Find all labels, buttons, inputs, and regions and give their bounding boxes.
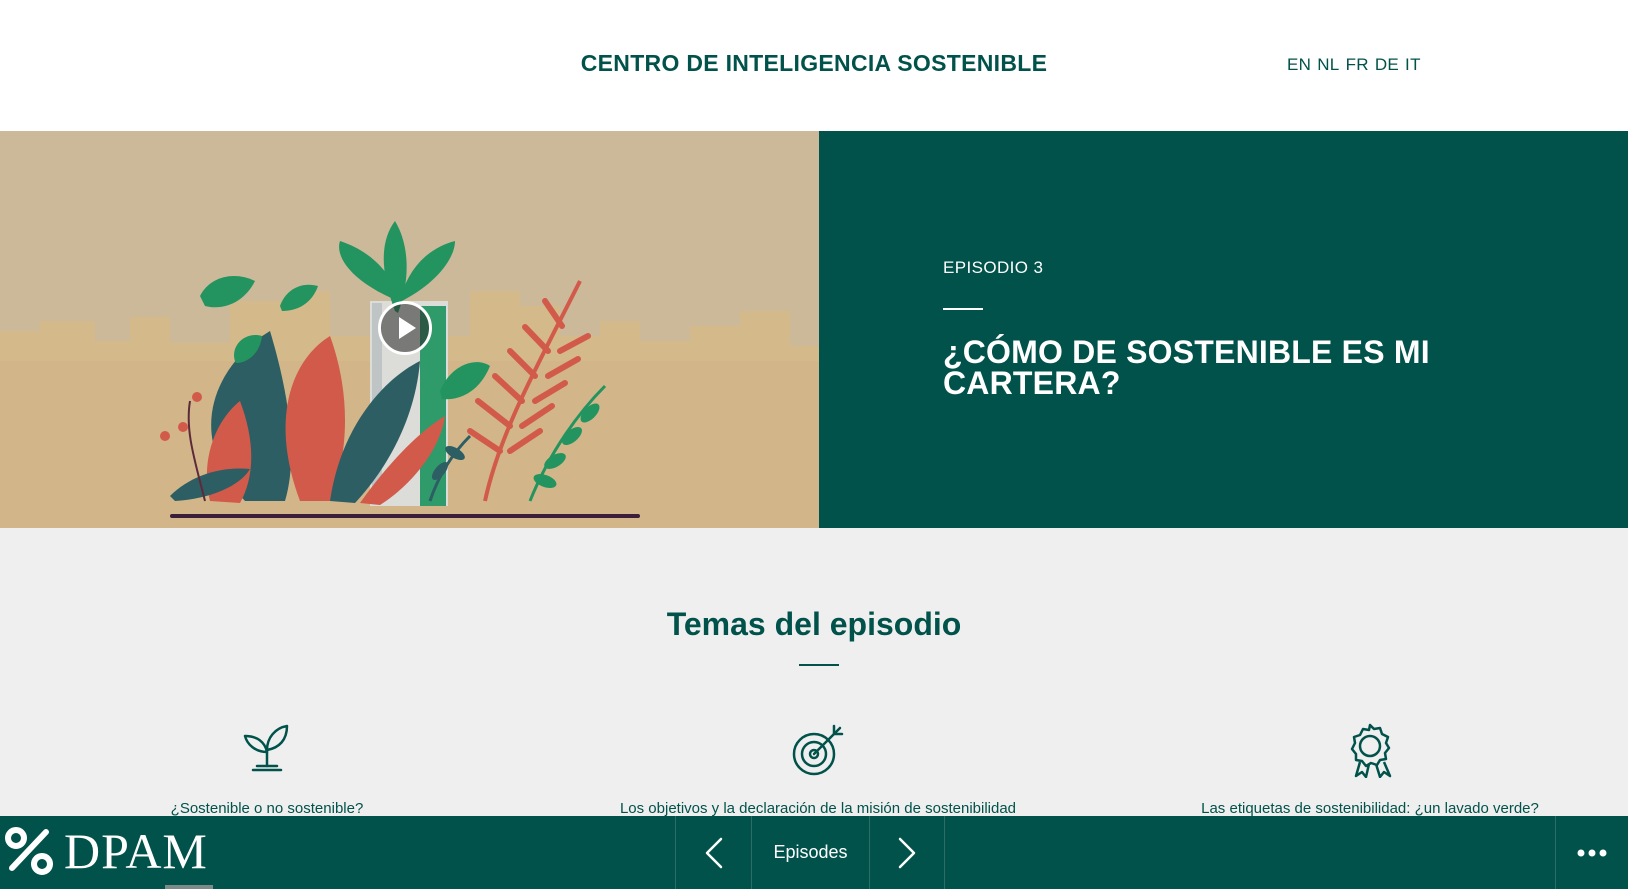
more-menu-button[interactable]	[1555, 816, 1628, 889]
lang-de[interactable]: DE	[1375, 55, 1399, 75]
dpam-logo[interactable]: DPAM	[4, 826, 208, 876]
episode-title: ¿CÓMO DE SOSTENIBLE ES MI CARTERA?	[943, 334, 1430, 401]
hero-section: EPISODIO 3 ¿CÓMO DE SOSTENIBLE ES MI CAR…	[0, 131, 1628, 528]
play-icon	[399, 317, 416, 339]
site-header: CENTRO DE INTELIGENCIA SOSTENIBLE EN NL …	[0, 0, 1628, 131]
topics-heading: Temas del episodio	[666, 606, 962, 642]
previous-episode-button[interactable]	[675, 816, 751, 889]
topic-label: Las etiquetas de sostenibilidad: ¿un lav…	[1201, 800, 1539, 816]
play-button[interactable]	[378, 301, 432, 355]
lang-nl[interactable]: NL	[1317, 55, 1339, 75]
topics-divider	[799, 664, 839, 666]
topic-label: Los objetivos y la declaración de la mis…	[619, 800, 1017, 816]
episode-topics-section: Temas del episodio ¿Sostenible o no sost…	[0, 528, 1628, 816]
award-ribbon-icon	[1350, 723, 1392, 778]
chevron-left-icon	[705, 837, 722, 868]
episode-divider	[943, 308, 983, 310]
topic-item-labels[interactable]: Las etiquetas de sostenibilidad: ¿un lav…	[1110, 722, 1628, 816]
language-switcher: EN NL FR DE IT	[1287, 55, 1421, 75]
episode-panel: EPISODIO 3 ¿CÓMO DE SOSTENIBLE ES MI CAR…	[819, 131, 1628, 528]
percent-logo-icon	[5, 827, 53, 875]
logo-underline	[165, 885, 213, 889]
more-dots-icon	[1577, 849, 1607, 856]
bottom-navigation-bar: DPAM Episodes	[0, 816, 1628, 889]
episode-label: EPISODIO 3	[943, 258, 1044, 277]
sprout-icon	[243, 724, 289, 772]
topic-item-sustainable[interactable]: ¿Sostenible o no sostenible?	[7, 722, 527, 816]
topic-item-objectives[interactable]: Los objetivos y la declaración de la mis…	[558, 722, 1078, 816]
next-episode-button[interactable]	[869, 816, 945, 889]
episodes-button[interactable]: Episodes	[751, 816, 869, 889]
lang-en[interactable]: EN	[1287, 55, 1311, 75]
logo-text: DPAM	[64, 823, 208, 879]
hero-video[interactable]	[0, 131, 819, 528]
lang-fr[interactable]: FR	[1346, 55, 1369, 75]
topic-label: ¿Sostenible o no sostenible?	[170, 800, 364, 816]
lang-it[interactable]: IT	[1405, 55, 1421, 75]
chevron-right-icon	[898, 837, 916, 868]
target-icon	[792, 724, 844, 776]
